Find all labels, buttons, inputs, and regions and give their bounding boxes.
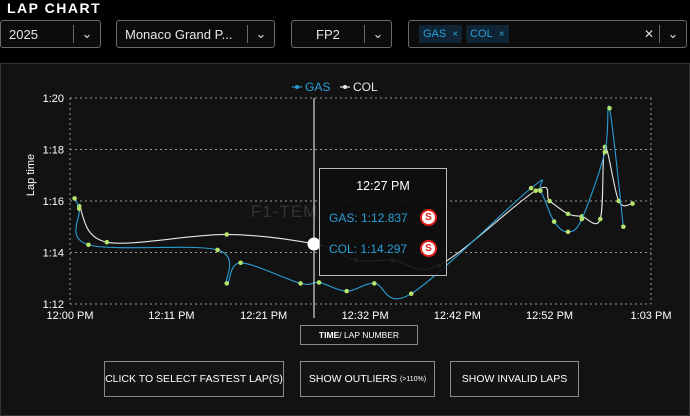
data-point xyxy=(565,211,571,217)
data-point xyxy=(597,216,603,222)
show-outliers-button[interactable]: SHOW OUTLIERS (>110%) xyxy=(300,361,435,397)
soft-tyre-icon: S xyxy=(420,209,437,226)
data-point xyxy=(602,149,608,155)
data-point xyxy=(621,224,626,230)
data-point xyxy=(565,229,571,235)
x-axis-mode-rest: / LAP NUMBER xyxy=(339,330,400,340)
data-point xyxy=(372,281,377,286)
x-tick-label: 12:00 PM xyxy=(46,310,93,322)
data-point xyxy=(528,185,534,191)
soft-tyre-icon: S xyxy=(420,240,437,257)
data-point xyxy=(224,232,230,237)
data-point xyxy=(533,188,539,193)
x-axis-mode-toggle[interactable]: TIME / LAP NUMBER xyxy=(300,325,418,345)
y-tick-label: 1:20 xyxy=(43,93,64,105)
data-point xyxy=(215,247,220,253)
button-label: SHOW INVALID LAPS xyxy=(461,373,568,385)
legend-swatch-dot xyxy=(295,85,299,89)
data-point xyxy=(72,196,77,201)
x-tick-label: 12:42 PM xyxy=(434,310,481,322)
data-point xyxy=(86,242,91,248)
data-point xyxy=(104,239,110,245)
data-point xyxy=(630,201,635,206)
hover-tooltip: 12:27 PM GAS: 1:12.837 S COL: 1:14.297 S xyxy=(319,168,447,276)
data-point xyxy=(579,216,585,222)
legend-swatch-dot xyxy=(343,85,347,89)
y-tick-label: 1:14 xyxy=(43,248,64,260)
x-tick-label: 12:11 PM xyxy=(148,310,194,322)
tooltip-time: 12:27 PM xyxy=(356,179,410,193)
x-tick-label: 12:21 PM xyxy=(240,310,287,322)
data-point xyxy=(538,188,543,193)
select-fastest-laps-button[interactable]: CLICK TO SELECT FASTEST LAP(S) xyxy=(104,361,284,397)
data-point xyxy=(547,198,552,204)
legend-label: GAS xyxy=(305,80,330,94)
data-point xyxy=(298,281,303,286)
tooltip-row-col: COL: 1:14.297 xyxy=(329,242,408,256)
y-tick-label: 1:18 xyxy=(43,145,64,157)
y-tick-label: 1:16 xyxy=(43,196,64,208)
tooltip-row-gas: GAS: 1:12.837 xyxy=(329,211,408,225)
data-point xyxy=(344,288,349,294)
data-point xyxy=(316,280,322,285)
data-point xyxy=(224,281,230,286)
outliers-note: (>110%) xyxy=(399,375,427,383)
data-point xyxy=(76,206,82,212)
x-tick-label: 12:32 PM xyxy=(342,310,389,322)
x-axis-mode-active: TIME xyxy=(318,330,340,340)
data-point xyxy=(607,106,612,111)
x-tick-label: 1:03 PM xyxy=(631,310,672,322)
x-tick-label: 12:52 PM xyxy=(526,310,573,322)
button-label: CLICK TO SELECT FASTEST LAP(S) xyxy=(105,373,283,385)
data-point xyxy=(238,260,243,266)
y-axis-label: Lap time xyxy=(25,154,37,196)
data-point xyxy=(408,291,414,297)
legend-label: COL xyxy=(353,80,378,94)
button-label: SHOW OUTLIERS xyxy=(308,373,397,385)
chart-legend: GAS COL xyxy=(292,80,378,94)
data-point xyxy=(551,219,557,224)
show-invalid-laps-button[interactable]: SHOW INVALID LAPS xyxy=(450,361,579,397)
